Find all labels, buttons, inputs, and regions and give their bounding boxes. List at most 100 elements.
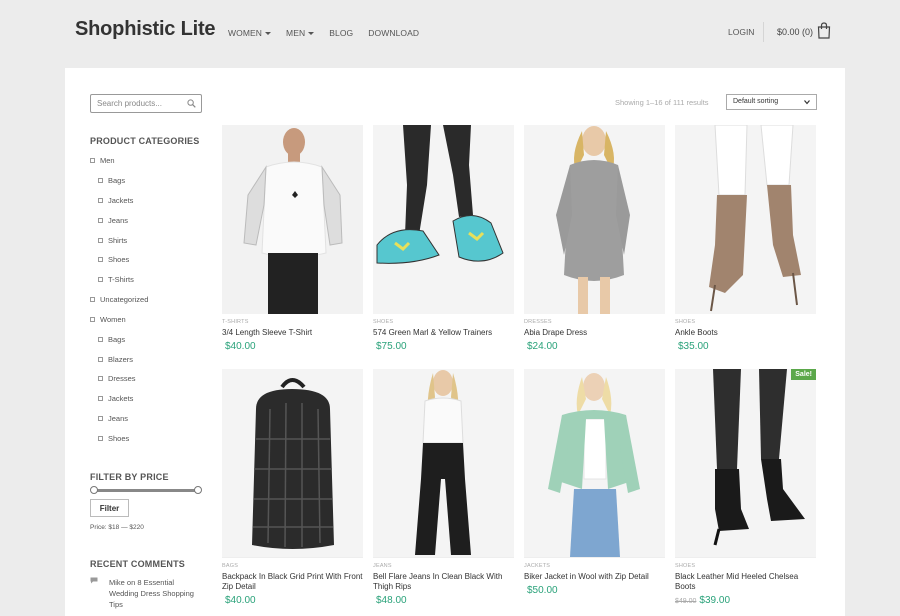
product-price: $24.00: [527, 341, 558, 352]
site-logo[interactable]: Shophistic Lite: [75, 18, 216, 41]
category-item-men-jeans[interactable]: Jeans: [98, 216, 128, 225]
product-image[interactable]: [222, 125, 363, 314]
checkbox-icon: [98, 277, 103, 282]
checkbox-icon: [98, 376, 103, 381]
recent-comments-title: RECENT COMMENTS: [90, 559, 185, 569]
recent-comment-link[interactable]: Mike on 8 Essential Wedding Dress Shoppi…: [109, 577, 205, 610]
product-photo-dress: [524, 125, 665, 314]
product-card[interactable]: JACKETS Biker Jacket in Wool with Zip De…: [524, 369, 665, 596]
product-category[interactable]: SHOES: [675, 563, 816, 569]
product-category[interactable]: JEANS: [373, 563, 514, 569]
product-photo-trainers: [373, 125, 514, 314]
product-old-price: $49.00: [675, 598, 697, 605]
product-category[interactable]: SHOES: [373, 319, 514, 325]
product-price: $48.00: [376, 595, 407, 606]
content-card: PRODUCT CATEGORIES Men Bags Jackets Jean…: [65, 68, 845, 616]
category-item-men-shirts[interactable]: Shirts: [98, 236, 127, 245]
product-name[interactable]: Ankle Boots: [675, 328, 816, 338]
product-category[interactable]: SHOES: [675, 319, 816, 325]
nav-item-download[interactable]: DOWNLOAD: [368, 28, 419, 38]
sale-badge: Sale!: [791, 369, 816, 380]
product-price: $49.00 $39.00: [675, 595, 731, 606]
product-name[interactable]: 574 Green Marl & Yellow Trainers: [373, 328, 514, 338]
product-name[interactable]: Bell Flare Jeans In Clean Black With Thi…: [373, 572, 514, 592]
price-slider-track[interactable]: [94, 489, 198, 492]
login-link[interactable]: LOGIN: [728, 27, 754, 37]
product-card[interactable]: BAGS Backpack In Black Grid Print With F…: [222, 369, 363, 606]
category-item-men[interactable]: Men: [90, 156, 115, 165]
product-price: $40.00: [225, 341, 256, 352]
checkbox-icon: [98, 238, 103, 243]
comment-icon: [90, 577, 98, 584]
nav-item-men[interactable]: MEN: [286, 28, 315, 38]
product-card[interactable]: Sale! SHOES Black Leather Mid Heeled Che…: [675, 369, 816, 606]
product-card[interactable]: DRESSES Abia Drape Dress $24.00: [524, 125, 665, 352]
product-card[interactable]: SHOES 574 Green Marl & Yellow Trainers $…: [373, 125, 514, 352]
category-item-men-bags[interactable]: Bags: [98, 176, 125, 185]
nav-item-blog[interactable]: BLOG: [329, 28, 353, 38]
cart-total[interactable]: $0.00 (0): [777, 27, 813, 37]
product-name[interactable]: 3/4 Length Sleeve T-Shirt: [222, 328, 363, 338]
product-photo-chelsea-boots: [675, 369, 816, 557]
shopping-bag-icon[interactable]: [817, 22, 831, 39]
product-name[interactable]: Abia Drape Dress: [524, 328, 665, 338]
category-item-women[interactable]: Women: [90, 315, 126, 324]
product-image[interactable]: [524, 369, 665, 558]
checkbox-icon: [98, 337, 103, 342]
category-item-women-jeans[interactable]: Jeans: [98, 414, 128, 423]
category-item-women-bags[interactable]: Bags: [98, 335, 125, 344]
chevron-down-icon: [804, 100, 810, 105]
caret-down-icon: [308, 31, 315, 35]
product-card[interactable]: JEANS Bell Flare Jeans In Clean Black Wi…: [373, 369, 514, 606]
product-name[interactable]: Biker Jacket in Wool with Zip Detail: [524, 572, 665, 582]
product-category[interactable]: T-SHIRTS: [222, 319, 363, 325]
category-item-men-tshirts[interactable]: T-Shirts: [98, 275, 134, 284]
product-price: $50.00: [527, 585, 558, 596]
caret-down-icon: [265, 31, 272, 35]
product-search: [90, 94, 202, 113]
category-item-uncategorized[interactable]: Uncategorized: [90, 295, 148, 304]
product-photo-biker-jacket: [524, 369, 665, 557]
product-photo-tshirt: [222, 125, 363, 314]
checkbox-icon: [90, 158, 95, 163]
product-name[interactable]: Black Leather Mid Heeled Chelsea Boots: [675, 572, 816, 592]
product-photo-backpack: [222, 369, 363, 557]
product-image[interactable]: Sale!: [675, 369, 816, 558]
filter-button[interactable]: Filter: [90, 499, 129, 517]
product-category[interactable]: JACKETS: [524, 563, 665, 569]
price-slider-min-handle[interactable]: [90, 486, 98, 494]
search-input[interactable]: [91, 95, 186, 112]
product-price: $40.00: [225, 595, 256, 606]
product-card[interactable]: T-SHIRTS 3/4 Length Sleeve T-Shirt $40.0…: [222, 125, 363, 352]
category-item-women-blazers[interactable]: Blazers: [98, 355, 133, 364]
search-icon[interactable]: [187, 99, 196, 108]
nav-item-women[interactable]: WOMEN: [228, 28, 272, 38]
header-divider: [763, 22, 764, 42]
checkbox-icon: [90, 317, 95, 322]
filter-title: FILTER BY PRICE: [90, 472, 169, 482]
main-nav: WOMEN MEN BLOG DOWNLOAD: [228, 28, 434, 38]
product-price: $35.00: [678, 341, 709, 352]
category-item-women-jackets[interactable]: Jackets: [98, 394, 133, 403]
sort-select[interactable]: Default sorting: [726, 94, 817, 110]
checkbox-icon: [98, 396, 103, 401]
product-photo-flare-jeans: [373, 369, 514, 557]
product-name[interactable]: Backpack In Black Grid Print With Front …: [222, 572, 363, 592]
product-image[interactable]: [373, 369, 514, 558]
product-price: $75.00: [376, 341, 407, 352]
product-category[interactable]: DRESSES: [524, 319, 665, 325]
category-item-women-dresses[interactable]: Dresses: [98, 374, 136, 383]
product-category[interactable]: BAGS: [222, 563, 363, 569]
product-card[interactable]: SHOES Ankle Boots $35.00: [675, 125, 816, 352]
category-item-men-shoes[interactable]: Shoes: [98, 255, 129, 264]
price-slider-max-handle[interactable]: [194, 486, 202, 494]
product-image[interactable]: [222, 369, 363, 558]
product-image[interactable]: [675, 125, 816, 314]
category-item-women-shoes[interactable]: Shoes: [98, 434, 129, 443]
product-image[interactable]: [373, 125, 514, 314]
product-image[interactable]: [524, 125, 665, 314]
category-item-men-jackets[interactable]: Jackets: [98, 196, 133, 205]
product-photo-ankle-boots: [675, 125, 816, 314]
checkbox-icon: [98, 198, 103, 203]
result-count: Showing 1–16 of 111 results: [615, 98, 709, 107]
